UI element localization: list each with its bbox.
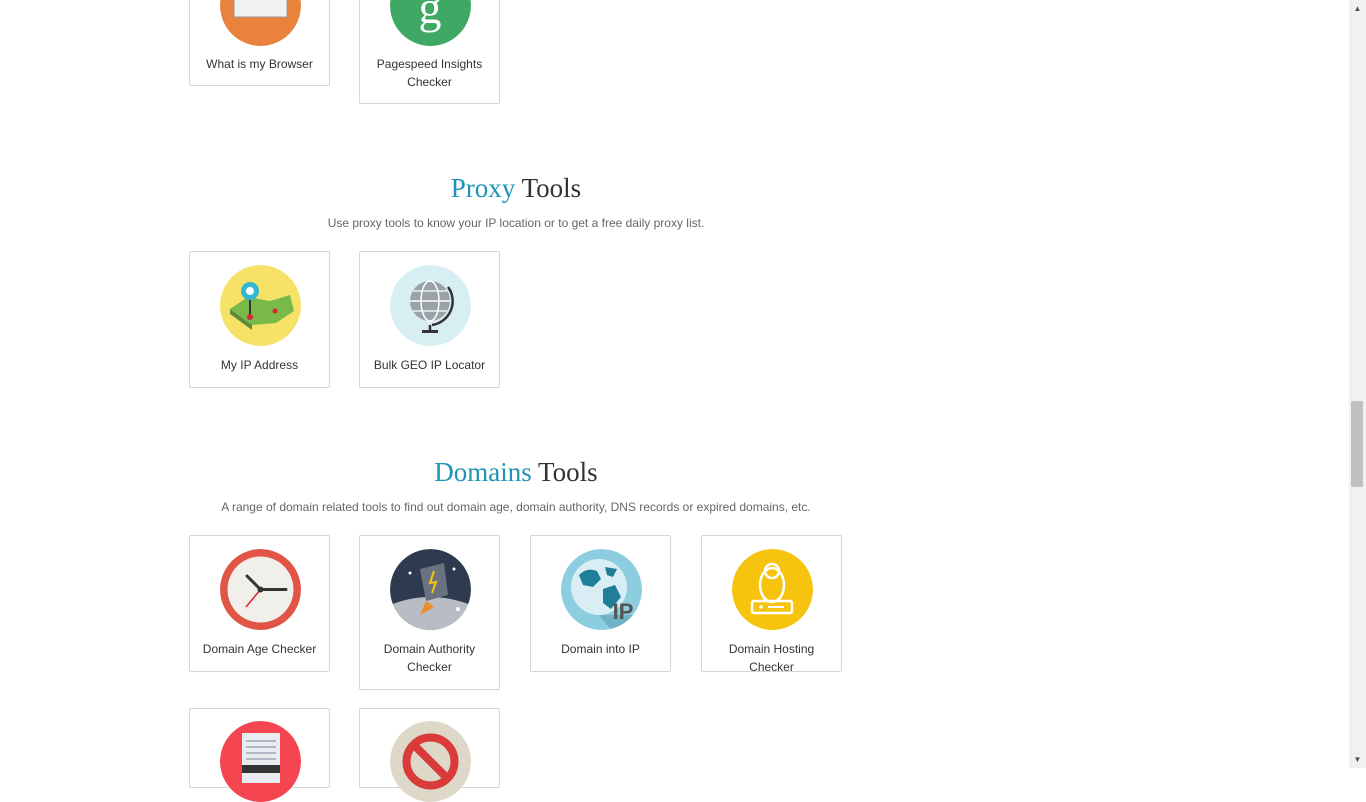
tool-card-domain-authority-checker[interactable]: Domain Authority Checker [359, 535, 500, 690]
page-scrollbar[interactable]: ▲ ▼ [1349, 0, 1366, 768]
tool-card-label: Domain Authority Checker [383, 642, 476, 674]
tool-card-blocked[interactable] [359, 708, 500, 802]
map-pin-icon [220, 265, 301, 346]
tool-card-server[interactable] [189, 708, 330, 802]
section-title-domains: Domains Tools [0, 457, 1032, 488]
section-title-rest: Tools [531, 457, 598, 487]
tool-card-what-is-my-browser[interactable]: What is my Browser [189, 0, 330, 86]
clock-icon [220, 549, 301, 630]
scroll-down-arrow-icon[interactable]: ▼ [1349, 751, 1366, 768]
scrollbar-thumb[interactable] [1351, 401, 1363, 487]
world-ip-icon: IP [561, 549, 642, 630]
tool-card-label: Domain into IP [561, 642, 640, 656]
browser-icon [220, 0, 301, 46]
section-title-proxy: Proxy Tools [0, 173, 1032, 204]
tool-card-label: What is my Browser [206, 57, 313, 71]
tool-card-domain-age-checker[interactable]: Domain Age Checker [189, 535, 330, 672]
tool-card-label: Pagespeed Insights Checker [376, 57, 483, 89]
tool-card-label: Bulk GEO IP Locator [373, 358, 486, 372]
blocked-icon [390, 721, 471, 802]
section-title-accent: Proxy [450, 173, 516, 203]
section-description-proxy: Use proxy tools to know your IP location… [327, 216, 705, 230]
tool-card-label: Domain Age Checker [202, 642, 317, 656]
globe-icon [390, 265, 471, 346]
tool-card-bulk-geo-ip-locator[interactable]: Bulk GEO IP Locator [359, 251, 500, 388]
tools-page: What is my Browser g Pagespeed Insights … [0, 0, 1349, 802]
svg-text:g: g [419, 0, 442, 33]
server-icon [220, 721, 301, 802]
tool-card-domain-into-ip[interactable]: IP Domain into IP [530, 535, 671, 672]
google-plus-icon: g [390, 0, 471, 46]
tool-card-label: Domain Hosting Checker [728, 642, 815, 674]
section-title-accent: Domains [434, 457, 532, 487]
scroll-up-arrow-icon[interactable]: ▲ [1349, 0, 1366, 17]
tool-card-label: My IP Address [220, 358, 299, 372]
ip-badge-text: IP [613, 599, 634, 624]
tool-card-domain-hosting-checker[interactable]: Domain Hosting Checker [701, 535, 842, 674]
section-title-rest: Tools [515, 173, 582, 203]
tool-card-my-ip-address[interactable]: My IP Address [189, 251, 330, 388]
linux-penguin-icon [732, 549, 813, 630]
section-description-domains: A range of domain related tools to find … [221, 500, 811, 514]
rocket-icon [390, 549, 471, 630]
tool-card-pagespeed-insights[interactable]: g Pagespeed Insights Checker [359, 0, 500, 104]
